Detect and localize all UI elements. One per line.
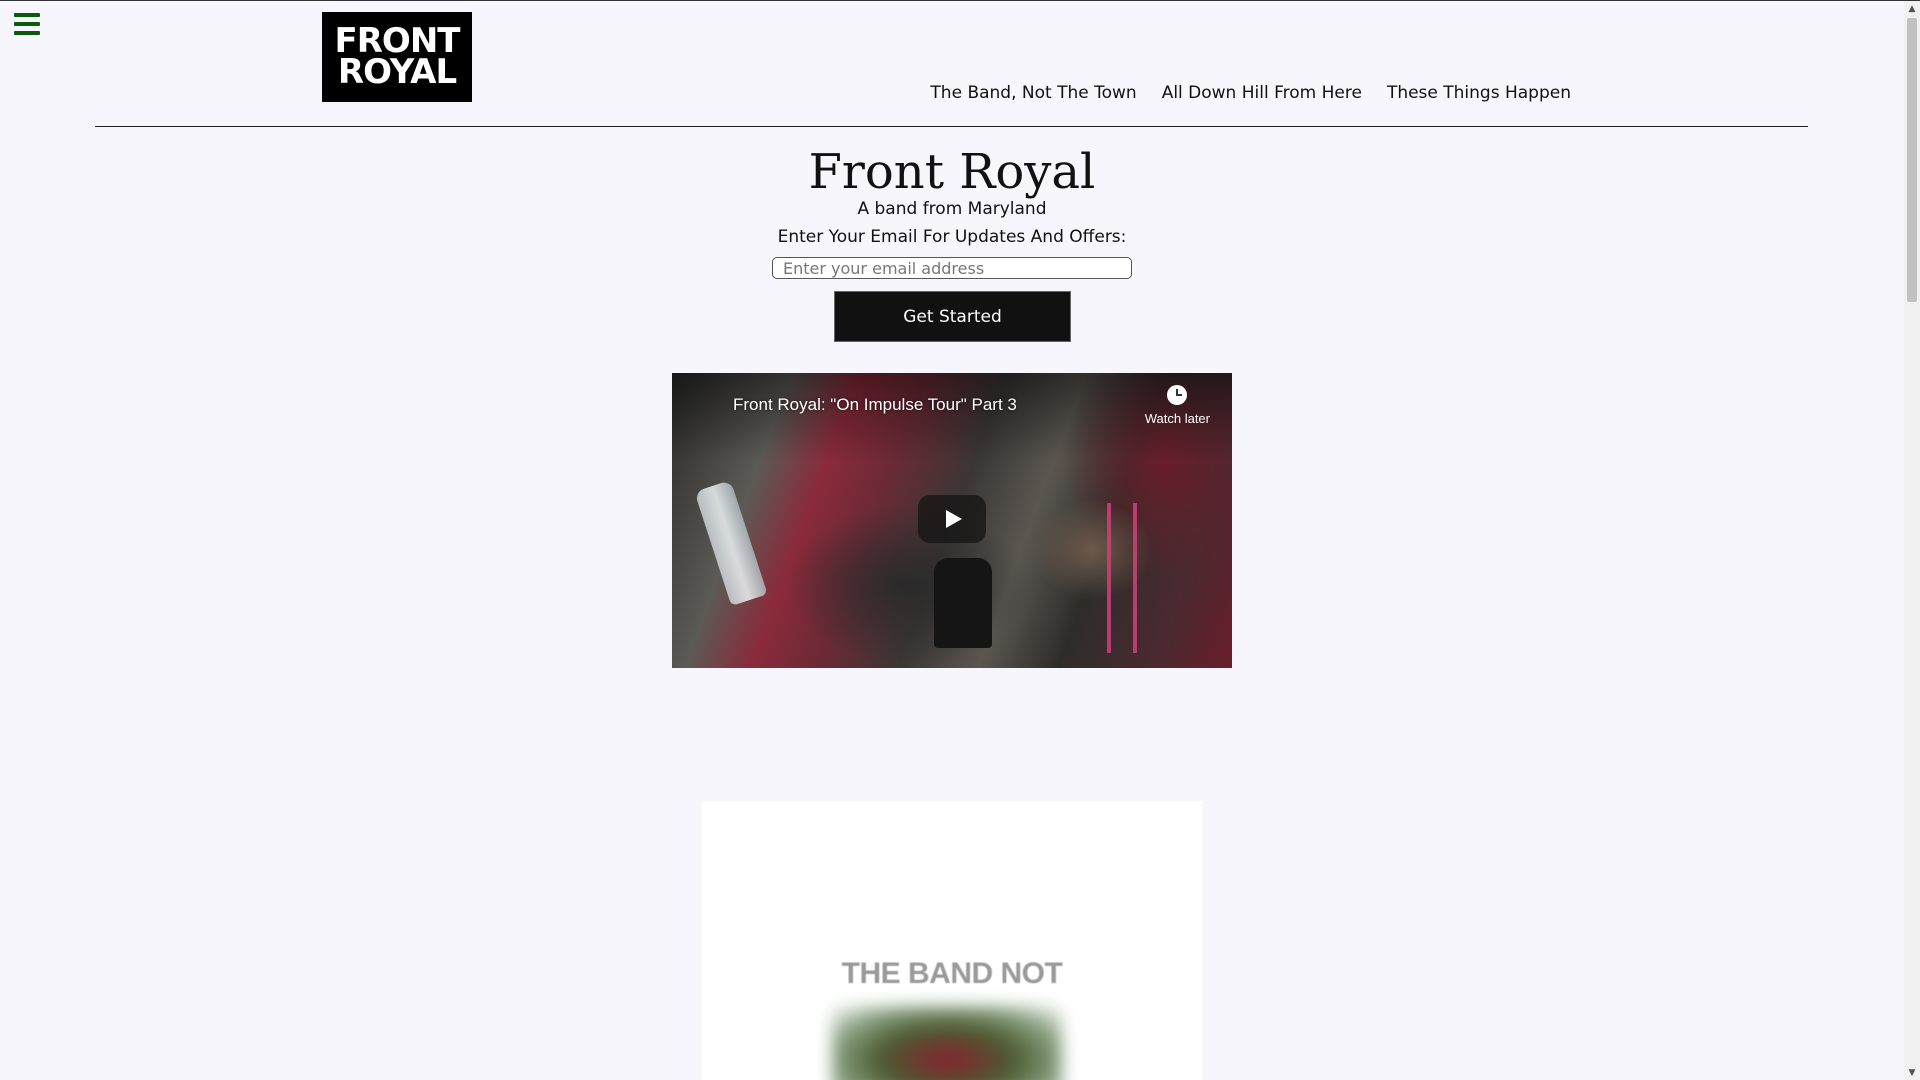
- scroll-down-arrow-icon[interactable]: ▼: [1904, 1065, 1920, 1080]
- page-title: Front Royal: [808, 144, 1096, 200]
- clock-icon: [1167, 385, 1188, 405]
- nav-link-the-band[interactable]: The Band, Not The Town: [930, 83, 1136, 103]
- nav-link-these-things-happen[interactable]: These Things Happen: [1387, 83, 1571, 103]
- hamburger-bar: [14, 22, 40, 26]
- video-embed[interactable]: Front Royal: "On Impulse Tour" Part 3 Wa…: [672, 373, 1232, 668]
- logo-text-line2: ROYAL: [337, 52, 457, 92]
- hamburger-menu-icon[interactable]: [14, 13, 40, 35]
- email-input[interactable]: [772, 257, 1132, 279]
- poster-card: THE BAND NOT: [702, 801, 1202, 1080]
- hamburger-bar: [14, 13, 40, 17]
- poster-image: [832, 1006, 1062, 1080]
- watch-later-label: Watch later: [1144, 411, 1210, 426]
- video-title[interactable]: Front Royal: "On Impulse Tour" Part 3: [733, 395, 1017, 415]
- poster-heading: THE BAND NOT: [841, 957, 1063, 990]
- play-icon[interactable]: [918, 495, 986, 543]
- get-started-button[interactable]: Get Started: [834, 291, 1071, 342]
- hamburger-bar: [14, 31, 40, 35]
- watch-later-button[interactable]: Watch later: [1145, 385, 1210, 426]
- page-subtitle: A band from Maryland: [857, 199, 1047, 219]
- scrollbar-thumb[interactable]: [1907, 18, 1917, 302]
- main-nav: The Band, Not The Town All Down Hill Fro…: [930, 83, 1571, 103]
- nav-link-all-down-hill[interactable]: All Down Hill From Here: [1162, 83, 1362, 103]
- email-signup-label: Enter Your Email For Updates And Offers:: [777, 227, 1127, 247]
- header-divider: [95, 126, 1808, 127]
- site-logo[interactable]: FRONT ROYAL: [322, 12, 472, 102]
- scroll-up-arrow-icon[interactable]: ▲: [1904, 1, 1920, 17]
- page-scrollbar[interactable]: ▲ ▼: [1904, 1, 1920, 1080]
